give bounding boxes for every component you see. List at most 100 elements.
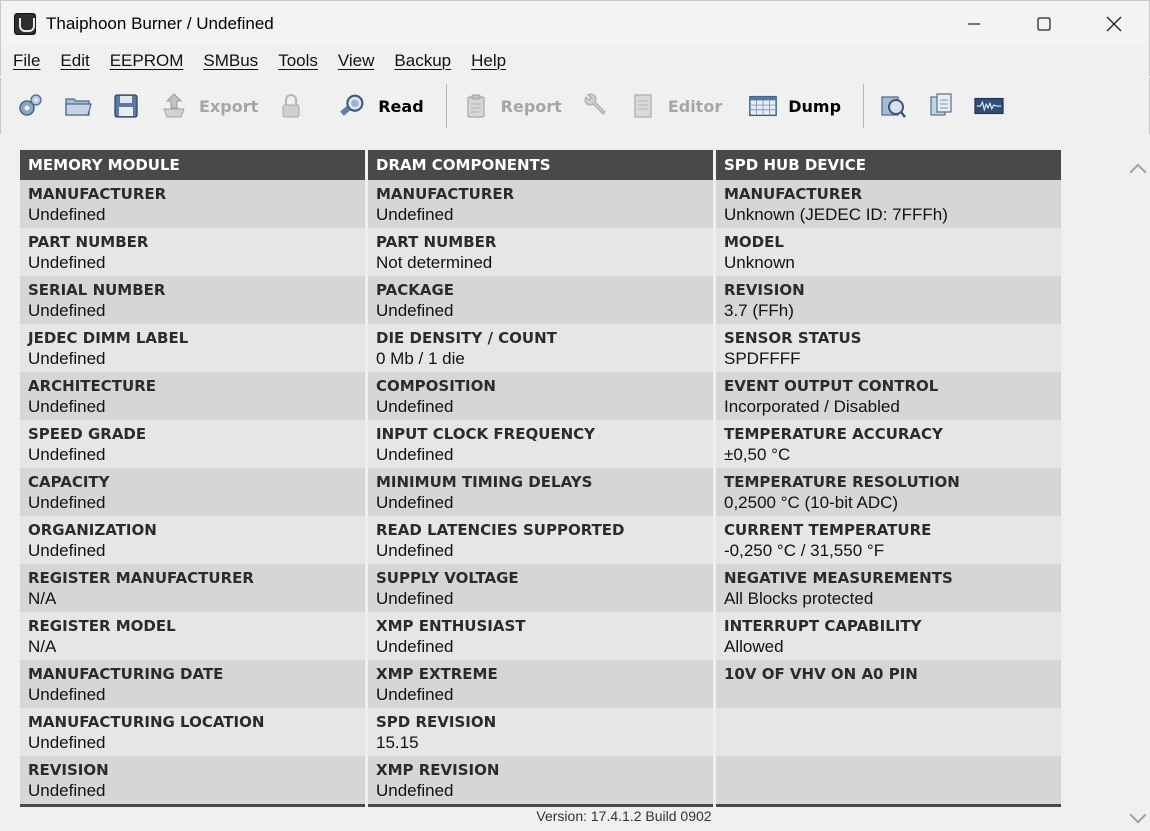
table-row: MODEL Unknown bbox=[716, 228, 1061, 276]
field-label: COMPOSITION bbox=[376, 377, 496, 395]
open-button[interactable] bbox=[63, 86, 93, 126]
field-label: SUPPLY VOLTAGE bbox=[376, 569, 519, 587]
field-value: Unknown (JEDEC ID: 7FFFh) bbox=[724, 205, 948, 224]
clipboard-icon bbox=[461, 91, 491, 121]
field-value: All Blocks protected bbox=[724, 589, 874, 608]
lock-button[interactable] bbox=[276, 86, 306, 126]
menu-view[interactable]: View bbox=[332, 51, 381, 71]
column-bottom-border bbox=[368, 804, 713, 807]
version-text: Version: 17.4.1.2 Build 0902 bbox=[536, 808, 712, 824]
read-button[interactable]: Read bbox=[338, 86, 424, 126]
table-row: SENSOR STATUS SPDFFFF bbox=[716, 324, 1061, 372]
field-label: XMP EXTREME bbox=[376, 665, 498, 683]
field-value: Allowed bbox=[724, 637, 784, 656]
field-value: Undefined bbox=[376, 637, 454, 656]
field-value: Undefined bbox=[28, 397, 106, 416]
save-button[interactable] bbox=[111, 86, 141, 126]
gears-icon bbox=[15, 91, 45, 121]
field-value: Undefined bbox=[28, 301, 106, 320]
field-label: PART NUMBER bbox=[376, 233, 497, 251]
table-row: NEGATIVE MEASUREMENTS All Blocks protecte… bbox=[716, 564, 1061, 612]
spd-hub-device-column: SPD HUB DEVICE MANUFACTURER Unknown (JEDE… bbox=[716, 150, 1061, 807]
report-button[interactable]: Report bbox=[461, 86, 562, 126]
copy-button[interactable] bbox=[926, 86, 956, 126]
table-row: MINIMUM TIMING DELAYS Undefined bbox=[368, 468, 713, 516]
field-label: DIE DENSITY / COUNT bbox=[376, 329, 557, 347]
table-row: XMP ENTHUSIAST Undefined bbox=[368, 612, 713, 660]
field-value: 3.7 (FFh) bbox=[724, 301, 794, 320]
field-value: N/A bbox=[28, 589, 57, 608]
field-value: Undefined bbox=[28, 493, 106, 512]
menu-file[interactable]: File bbox=[7, 51, 46, 71]
scroll-up-arrow-icon[interactable] bbox=[1129, 163, 1147, 181]
settings-button[interactable] bbox=[15, 86, 45, 126]
folder-icon bbox=[63, 91, 93, 121]
menu-edit[interactable]: Edit bbox=[54, 51, 95, 71]
field-label: XMP ENTHUSIAST bbox=[376, 617, 526, 635]
maximize-button[interactable] bbox=[1009, 1, 1079, 47]
field-value: Undefined bbox=[376, 445, 454, 464]
export-button[interactable]: Export bbox=[159, 86, 258, 126]
monitor-button[interactable] bbox=[974, 86, 1004, 126]
field-label: ARCHITECTURE bbox=[28, 377, 156, 395]
table-row: MANUFACTURER Undefined bbox=[368, 180, 713, 228]
documents-icon bbox=[926, 91, 956, 121]
field-label: INPUT CLOCK FREQUENCY bbox=[376, 425, 596, 443]
field-value: -0,250 °C / 31,550 °F bbox=[724, 541, 885, 560]
menu-smbus[interactable]: SMBus bbox=[197, 51, 264, 71]
field-value: Undefined bbox=[376, 589, 454, 608]
tools-button[interactable] bbox=[580, 86, 610, 126]
document-edit-icon bbox=[628, 91, 658, 121]
field-value: Undefined bbox=[28, 733, 106, 752]
menu-backup[interactable]: Backup bbox=[388, 51, 457, 71]
menu-help[interactable]: Help bbox=[465, 51, 512, 71]
menu-bar: File Edit EEPROM SMBus Tools View Backup… bbox=[0, 46, 1150, 76]
field-value: Undefined bbox=[28, 349, 106, 368]
field-value: Undefined bbox=[376, 397, 454, 416]
field-value: N/A bbox=[28, 637, 57, 656]
window-title: Thaiphoon Burner / Undefined bbox=[46, 13, 274, 33]
field-value: Undefined bbox=[376, 781, 454, 800]
table-row: JEDEC DIMM LABEL Undefined bbox=[20, 324, 365, 372]
field-label: TEMPERATURE ACCURACY bbox=[724, 425, 943, 443]
table-row: SERIAL NUMBER Undefined bbox=[20, 276, 365, 324]
field-value: SPDFFFF bbox=[724, 349, 801, 368]
title-bar: Thaiphoon Burner / Undefined bbox=[0, 0, 1150, 46]
vertical-scrollbar[interactable] bbox=[1126, 134, 1150, 831]
table-row: READ LATENCIES SUPPORTED Undefined bbox=[368, 516, 713, 564]
table-row: REVISION 3.7 (FFh) bbox=[716, 276, 1061, 324]
field-value: Undefined bbox=[376, 205, 454, 224]
table-row: SUPPLY VOLTAGE Undefined bbox=[368, 564, 713, 612]
scan-button[interactable] bbox=[878, 86, 908, 126]
column-header: DRAM COMPONENTS bbox=[368, 150, 713, 180]
field-label: REVISION bbox=[28, 761, 109, 779]
field-value: Incorporated / Disabled bbox=[724, 397, 900, 416]
report-label: Report bbox=[500, 96, 562, 116]
field-label: REGISTER MODEL bbox=[28, 617, 176, 635]
field-value: Undefined bbox=[28, 445, 106, 464]
hex-grid-icon bbox=[748, 91, 778, 121]
editor-button[interactable]: Editor bbox=[628, 86, 722, 126]
app-logo-icon bbox=[14, 12, 36, 35]
table-row: PART NUMBER Not determined bbox=[368, 228, 713, 276]
maximize-icon bbox=[1037, 17, 1051, 31]
column-header: MEMORY MODULE bbox=[20, 150, 365, 180]
table-row: CURRENT TEMPERATURE -0,250 °C / 31,550 °F bbox=[716, 516, 1061, 564]
export-icon bbox=[159, 91, 189, 121]
table-row: MANUFACTURER Undefined bbox=[20, 180, 365, 228]
menu-eeprom[interactable]: EEPROM bbox=[104, 51, 190, 71]
field-label: XMP REVISION bbox=[376, 761, 500, 779]
field-label: INTERRUPT CAPABILITY bbox=[724, 617, 922, 635]
field-value: Undefined bbox=[376, 493, 454, 512]
dump-button[interactable]: Dump bbox=[748, 86, 841, 126]
table-row: SPEED GRADE Undefined bbox=[20, 420, 365, 468]
table-row: INTERRUPT CAPABILITY Allowed bbox=[716, 612, 1061, 660]
toolbar-separator bbox=[445, 84, 447, 128]
menu-tools[interactable]: Tools bbox=[272, 51, 324, 71]
close-button[interactable] bbox=[1079, 1, 1149, 47]
table-row: MANUFACTURER Unknown (JEDEC ID: 7FFFh) bbox=[716, 180, 1061, 228]
field-value: Not determined bbox=[376, 253, 493, 272]
minimize-button[interactable] bbox=[939, 1, 1009, 47]
table-row: REVISION Undefined bbox=[20, 756, 365, 804]
field-label: REGISTER MANUFACTURER bbox=[28, 569, 254, 587]
